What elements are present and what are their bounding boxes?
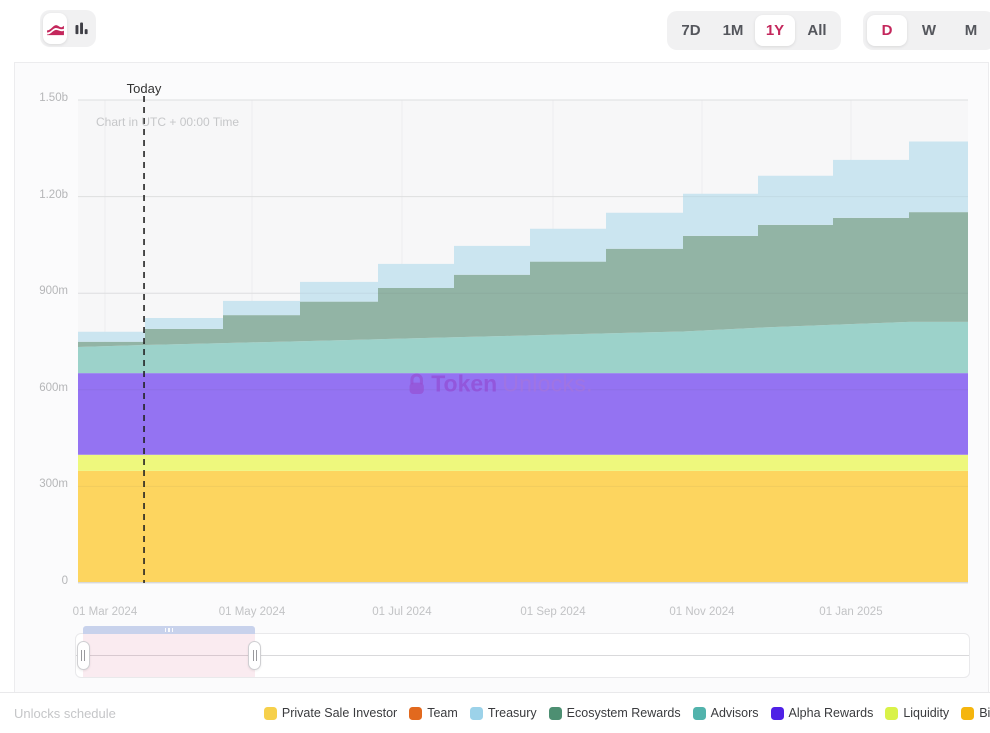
- brush-selection[interactable]: [83, 634, 254, 677]
- treasury-swatch: [470, 707, 483, 720]
- granularity-button-d[interactable]: D: [867, 15, 907, 46]
- legend-label: Team: [427, 706, 458, 720]
- liquidity-swatch: [885, 707, 898, 720]
- x-axis-tick-label: 01 Jul 2024: [357, 606, 447, 618]
- range-button-1y[interactable]: 1Y: [755, 15, 795, 46]
- x-axis-tick-label: 01 Nov 2024: [657, 606, 747, 618]
- legend-item-binance-launchpool[interactable]: Binance Launchpool: [961, 706, 990, 720]
- legend-label: Ecosystem Rewards: [567, 706, 681, 720]
- bar-chart-icon: [74, 21, 89, 36]
- range-button-7d[interactable]: 7D: [671, 15, 711, 46]
- today-label: Today: [127, 81, 162, 96]
- private-sale-investor-swatch: [264, 707, 277, 720]
- legend-label: Private Sale Investor: [282, 706, 397, 720]
- legend-label: Treasury: [488, 706, 537, 720]
- area-chart-icon: [46, 21, 65, 36]
- chart-type-toggle: [40, 10, 96, 47]
- unlock-schedule-chart[interactable]: [78, 100, 968, 583]
- ecosystem-rewards-swatch: [549, 707, 562, 720]
- time-range-group: 7D 1M 1Y All: [667, 11, 841, 50]
- legend-label: Liquidity: [903, 706, 949, 720]
- y-axis-tick-label: 300m: [18, 478, 68, 490]
- x-axis-tick-label: 01 Jan 2025: [806, 606, 896, 618]
- granularity-group: D W M: [863, 11, 990, 50]
- x-axis-tick-label: 01 May 2024: [207, 606, 297, 618]
- legend-item-team[interactable]: Team: [409, 706, 458, 720]
- brush-track[interactable]: [75, 633, 970, 678]
- legend-label: Alpha Rewards: [789, 706, 874, 720]
- x-axis-tick-label: 01 Mar 2024: [60, 606, 150, 618]
- legend-item-liquidity[interactable]: Liquidity: [885, 706, 949, 720]
- area-chart-button[interactable]: [43, 13, 67, 44]
- y-axis-tick-label: 900m: [18, 285, 68, 297]
- utc-timezone-note: Chart in UTC + 00:00 Time: [96, 115, 239, 129]
- legend-items: Private Sale Investor Team Treasury Ecosyst…: [264, 706, 990, 720]
- granularity-button-w[interactable]: W: [909, 15, 949, 46]
- y-axis-tick-label: 0: [18, 575, 68, 587]
- legend-title: Unlocks schedule: [14, 706, 116, 721]
- y-axis-tick-label: 1.20b: [18, 189, 68, 201]
- granularity-button-m[interactable]: M: [951, 15, 990, 46]
- y-axis-tick-label: 600m: [18, 382, 68, 394]
- legend-item-alpha-rewards[interactable]: Alpha Rewards: [771, 706, 874, 720]
- binance-launchpool-swatch: [961, 707, 974, 720]
- legend-label: Binance Launchpool: [979, 706, 990, 720]
- legend-item-treasury[interactable]: Treasury: [470, 706, 537, 720]
- brush-handle-left[interactable]: [77, 641, 90, 670]
- brush-handle-right[interactable]: [248, 641, 261, 670]
- legend-label: Advisors: [711, 706, 759, 720]
- legend-bar: Unlocks schedule Private Sale Investor Te…: [0, 692, 990, 733]
- alpha-rewards-swatch: [771, 707, 784, 720]
- brush-top-drag-handle[interactable]: [83, 626, 254, 634]
- range-button-1m[interactable]: 1M: [713, 15, 753, 46]
- legend-item-ecosystem-rewards[interactable]: Ecosystem Rewards: [549, 706, 681, 720]
- team-swatch: [409, 707, 422, 720]
- legend-item-private-sale-investor[interactable]: Private Sale Investor: [264, 706, 397, 720]
- advisors-swatch: [693, 707, 706, 720]
- tokenunlocks-page: 7D 1M 1Y All D W M Today Chart in UTC + …: [0, 0, 990, 733]
- bar-chart-button[interactable]: [69, 13, 93, 44]
- x-axis-tick-label: 01 Sep 2024: [508, 606, 598, 618]
- legend-item-advisors[interactable]: Advisors: [693, 706, 759, 720]
- y-axis-tick-label: 1.50b: [18, 92, 68, 104]
- range-button-all[interactable]: All: [797, 15, 837, 46]
